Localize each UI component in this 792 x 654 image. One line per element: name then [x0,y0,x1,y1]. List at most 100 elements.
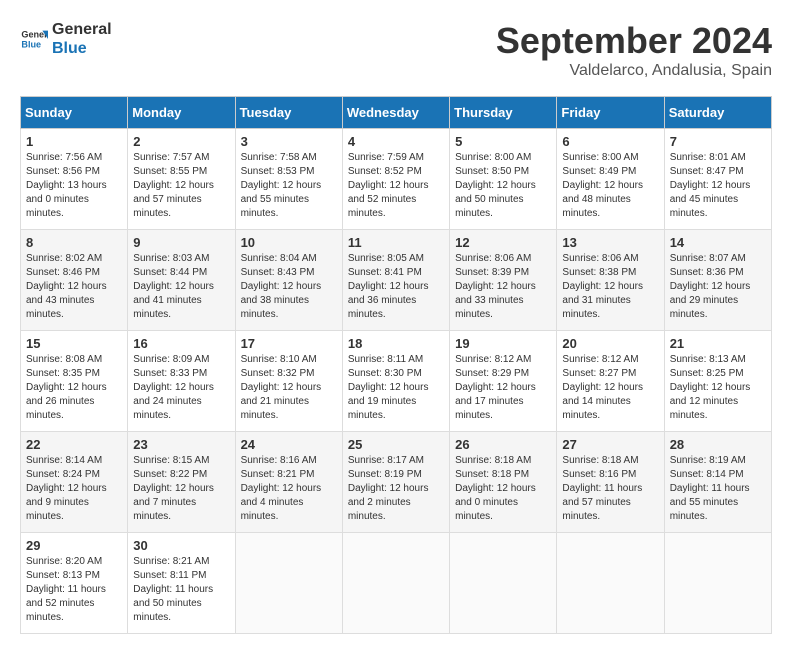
day-info: Sunrise: 8:13 AM Sunset: 8:25 PM Dayligh… [670,353,766,423]
calendar-cell: 3 Sunrise: 7:58 AM Sunset: 8:53 PM Dayli… [235,129,342,230]
calendar-table: SundayMondayTuesdayWednesdayThursdayFrid… [20,96,772,634]
location-title: Valdelarco, Andalusia, Spain [496,62,772,80]
day-info: Sunrise: 8:00 AM Sunset: 8:49 PM Dayligh… [562,151,658,221]
logo: General Blue General Blue [20,20,112,58]
calendar-cell: 2 Sunrise: 7:57 AM Sunset: 8:55 PM Dayli… [128,129,235,230]
calendar-cell: 4 Sunrise: 7:59 AM Sunset: 8:52 PM Dayli… [342,129,449,230]
day-number: 29 [26,538,122,553]
day-number: 27 [562,437,658,452]
day-info: Sunrise: 8:06 AM Sunset: 8:39 PM Dayligh… [455,252,551,322]
day-number: 28 [670,437,766,452]
svg-text:Blue: Blue [21,40,41,50]
day-number: 15 [26,336,122,351]
calendar-cell: 23 Sunrise: 8:15 AM Sunset: 8:22 PM Dayl… [128,432,235,533]
day-number: 10 [241,235,337,250]
day-number: 11 [348,235,444,250]
day-info: Sunrise: 8:12 AM Sunset: 8:27 PM Dayligh… [562,353,658,423]
calendar-cell: 9 Sunrise: 8:03 AM Sunset: 8:44 PM Dayli… [128,230,235,331]
day-number: 18 [348,336,444,351]
day-header-friday: Friday [557,97,664,129]
day-info: Sunrise: 8:07 AM Sunset: 8:36 PM Dayligh… [670,252,766,322]
calendar-cell: 8 Sunrise: 8:02 AM Sunset: 8:46 PM Dayli… [21,230,128,331]
day-number: 25 [348,437,444,452]
calendar-cell [450,533,557,634]
day-info: Sunrise: 8:21 AM Sunset: 8:11 PM Dayligh… [133,555,229,625]
day-info: Sunrise: 8:11 AM Sunset: 8:30 PM Dayligh… [348,353,444,423]
calendar-cell: 28 Sunrise: 8:19 AM Sunset: 8:14 PM Dayl… [664,432,771,533]
calendar-cell: 6 Sunrise: 8:00 AM Sunset: 8:49 PM Dayli… [557,129,664,230]
calendar-cell: 13 Sunrise: 8:06 AM Sunset: 8:38 PM Dayl… [557,230,664,331]
day-number: 5 [455,134,551,149]
day-info: Sunrise: 8:16 AM Sunset: 8:21 PM Dayligh… [241,454,337,524]
calendar-cell: 29 Sunrise: 8:20 AM Sunset: 8:13 PM Dayl… [21,533,128,634]
day-info: Sunrise: 8:06 AM Sunset: 8:38 PM Dayligh… [562,252,658,322]
day-number: 13 [562,235,658,250]
day-info: Sunrise: 7:59 AM Sunset: 8:52 PM Dayligh… [348,151,444,221]
day-info: Sunrise: 8:05 AM Sunset: 8:41 PM Dayligh… [348,252,444,322]
calendar-cell: 7 Sunrise: 8:01 AM Sunset: 8:47 PM Dayli… [664,129,771,230]
calendar-cell [557,533,664,634]
day-info: Sunrise: 8:09 AM Sunset: 8:33 PM Dayligh… [133,353,229,423]
calendar-cell: 5 Sunrise: 8:00 AM Sunset: 8:50 PM Dayli… [450,129,557,230]
day-info: Sunrise: 8:18 AM Sunset: 8:18 PM Dayligh… [455,454,551,524]
day-header-thursday: Thursday [450,97,557,129]
day-info: Sunrise: 8:01 AM Sunset: 8:47 PM Dayligh… [670,151,766,221]
calendar-cell: 25 Sunrise: 8:17 AM Sunset: 8:19 PM Dayl… [342,432,449,533]
day-number: 16 [133,336,229,351]
logo-general: General [52,20,112,39]
day-number: 2 [133,134,229,149]
day-info: Sunrise: 8:17 AM Sunset: 8:19 PM Dayligh… [348,454,444,524]
day-number: 23 [133,437,229,452]
calendar-cell: 10 Sunrise: 8:04 AM Sunset: 8:43 PM Dayl… [235,230,342,331]
day-number: 12 [455,235,551,250]
day-info: Sunrise: 8:19 AM Sunset: 8:14 PM Dayligh… [670,454,766,524]
day-info: Sunrise: 7:56 AM Sunset: 8:56 PM Dayligh… [26,151,122,221]
calendar-cell: 16 Sunrise: 8:09 AM Sunset: 8:33 PM Dayl… [128,331,235,432]
day-number: 24 [241,437,337,452]
day-info: Sunrise: 8:15 AM Sunset: 8:22 PM Dayligh… [133,454,229,524]
day-header-tuesday: Tuesday [235,97,342,129]
day-info: Sunrise: 8:18 AM Sunset: 8:16 PM Dayligh… [562,454,658,524]
day-info: Sunrise: 7:58 AM Sunset: 8:53 PM Dayligh… [241,151,337,221]
day-info: Sunrise: 8:10 AM Sunset: 8:32 PM Dayligh… [241,353,337,423]
day-header-wednesday: Wednesday [342,97,449,129]
day-number: 3 [241,134,337,149]
page-header: General Blue General Blue September 2024… [20,20,772,80]
logo-icon: General Blue [20,25,48,53]
day-header-sunday: Sunday [21,97,128,129]
calendar-cell [342,533,449,634]
day-number: 22 [26,437,122,452]
calendar-cell: 17 Sunrise: 8:10 AM Sunset: 8:32 PM Dayl… [235,331,342,432]
calendar-cell: 18 Sunrise: 8:11 AM Sunset: 8:30 PM Dayl… [342,331,449,432]
calendar-cell: 22 Sunrise: 8:14 AM Sunset: 8:24 PM Dayl… [21,432,128,533]
calendar-cell: 1 Sunrise: 7:56 AM Sunset: 8:56 PM Dayli… [21,129,128,230]
day-info: Sunrise: 8:12 AM Sunset: 8:29 PM Dayligh… [455,353,551,423]
day-number: 30 [133,538,229,553]
month-title: September 2024 [496,20,772,62]
calendar-cell: 30 Sunrise: 8:21 AM Sunset: 8:11 PM Dayl… [128,533,235,634]
calendar-cell [235,533,342,634]
day-info: Sunrise: 8:04 AM Sunset: 8:43 PM Dayligh… [241,252,337,322]
day-info: Sunrise: 8:08 AM Sunset: 8:35 PM Dayligh… [26,353,122,423]
day-number: 4 [348,134,444,149]
title-block: September 2024 Valdelarco, Andalusia, Sp… [496,20,772,80]
day-number: 14 [670,235,766,250]
day-header-saturday: Saturday [664,97,771,129]
day-info: Sunrise: 8:02 AM Sunset: 8:46 PM Dayligh… [26,252,122,322]
day-number: 1 [26,134,122,149]
day-header-monday: Monday [128,97,235,129]
calendar-cell: 11 Sunrise: 8:05 AM Sunset: 8:41 PM Dayl… [342,230,449,331]
day-number: 26 [455,437,551,452]
day-number: 17 [241,336,337,351]
calendar-cell: 27 Sunrise: 8:18 AM Sunset: 8:16 PM Dayl… [557,432,664,533]
day-number: 9 [133,235,229,250]
day-number: 19 [455,336,551,351]
calendar-cell: 24 Sunrise: 8:16 AM Sunset: 8:21 PM Dayl… [235,432,342,533]
day-number: 7 [670,134,766,149]
day-number: 6 [562,134,658,149]
calendar-cell: 12 Sunrise: 8:06 AM Sunset: 8:39 PM Dayl… [450,230,557,331]
calendar-cell: 14 Sunrise: 8:07 AM Sunset: 8:36 PM Dayl… [664,230,771,331]
day-number: 20 [562,336,658,351]
day-info: Sunrise: 8:14 AM Sunset: 8:24 PM Dayligh… [26,454,122,524]
calendar-cell: 26 Sunrise: 8:18 AM Sunset: 8:18 PM Dayl… [450,432,557,533]
